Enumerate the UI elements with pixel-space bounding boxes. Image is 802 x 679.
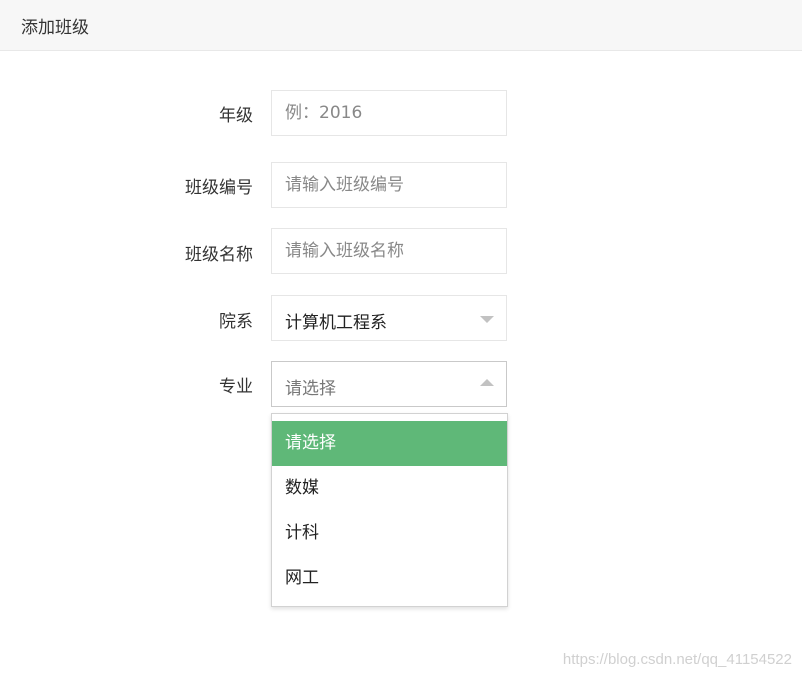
page-header: 添加班级	[0, 0, 802, 51]
major-label: 专业	[219, 377, 253, 397]
watermark: https://blog.csdn.net/qq_41154522	[562, 651, 792, 668]
page-title: 添加班级	[21, 18, 89, 38]
major-option-jike[interactable]: 计科	[272, 511, 507, 556]
class-code-input[interactable]	[272, 163, 506, 207]
grade-field-wrapper	[271, 90, 507, 136]
grade-label: 年级	[219, 106, 253, 126]
major-selected-value: 请选择	[285, 379, 336, 399]
grade-input[interactable]	[272, 91, 506, 135]
major-dropdown-menu: 请选择 数媒 计科 网工	[271, 413, 508, 607]
department-selected-value: 计算机工程系	[285, 313, 387, 333]
class-name-input[interactable]	[272, 229, 506, 273]
major-option-shumei[interactable]: 数媒	[272, 466, 507, 511]
caret-down-icon	[480, 316, 494, 323]
department-label: 院系	[219, 312, 253, 332]
caret-up-icon	[480, 379, 494, 386]
department-select[interactable]: 计算机工程系	[271, 295, 507, 341]
major-option-placeholder[interactable]: 请选择	[272, 421, 507, 466]
class-name-field-wrapper	[271, 228, 507, 274]
class-name-label: 班级名称	[185, 245, 253, 265]
class-code-label: 班级编号	[185, 178, 253, 198]
major-select[interactable]: 请选择	[271, 361, 507, 407]
major-option-wanggong[interactable]: 网工	[272, 556, 507, 601]
class-code-field-wrapper	[271, 162, 507, 208]
